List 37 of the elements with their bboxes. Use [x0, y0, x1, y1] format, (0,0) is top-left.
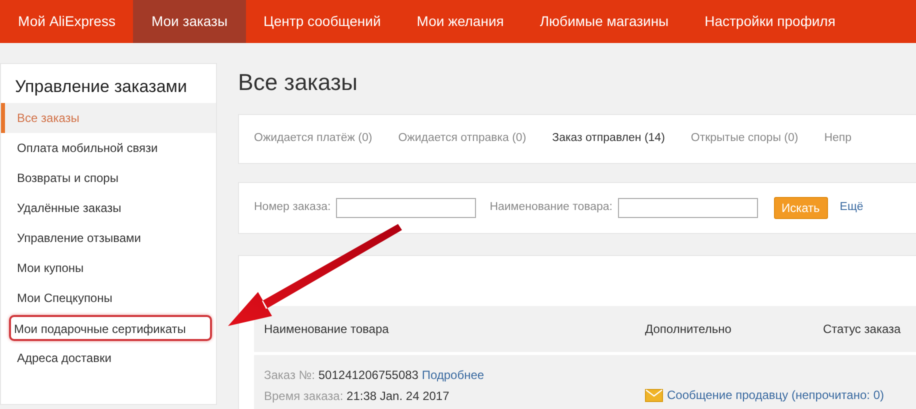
- sidebar-item[interactable]: Мои Спецкупоны: [1, 283, 216, 313]
- sidebar-item[interactable]: Удалённые заказы: [1, 193, 216, 223]
- nav-tab[interactable]: Мои желания: [398, 0, 522, 43]
- sidebar-item[interactable]: Все заказы: [1, 103, 216, 133]
- order-number-field[interactable]: [336, 198, 476, 218]
- column-header: Статус заказа: [823, 321, 902, 338]
- field-label: Наименование товара:: [490, 200, 612, 216]
- nav-tab[interactable]: Мои заказы: [133, 0, 246, 43]
- status-tab[interactable]: Открытые споры (0): [690, 130, 798, 148]
- envelope-icon: [645, 388, 663, 402]
- order-time: 21:38 Jan. 24 2017: [346, 389, 450, 403]
- sidebar-title: Управление заказами: [14, 78, 188, 98]
- sidebar-item[interactable]: Оплата мобильной связи: [1, 133, 216, 163]
- column-header: Дополнительно: [645, 321, 732, 338]
- status-tab[interactable]: Непр: [824, 130, 852, 148]
- message-seller-link[interactable]: Сообщение продавцу (непрочитано: 0): [667, 386, 884, 404]
- sidebar-item[interactable]: Мои купоны: [1, 253, 216, 283]
- nav-tab[interactable]: Любимые магазины: [522, 0, 687, 43]
- column-header: Наименование товара: [264, 321, 390, 338]
- sidebar-item[interactable]: Адреса доставки: [1, 343, 216, 373]
- status-tab[interactable]: Ожидается отправка (0): [398, 130, 526, 148]
- nav-tab[interactable]: Центр сообщений: [246, 0, 399, 43]
- time-label: Время заказа:: [264, 389, 344, 403]
- status-tab[interactable]: Заказ отправлен (14): [552, 130, 665, 148]
- order-label: Заказ №:: [264, 368, 316, 382]
- order-number: 501241206755083: [318, 368, 418, 382]
- details-link[interactable]: Подробнее: [422, 368, 484, 382]
- more-link[interactable]: Ещё: [840, 199, 864, 217]
- nav-tab[interactable]: Настройки профиля: [686, 0, 854, 43]
- page-title: Все заказы: [238, 68, 359, 97]
- sidebar-item[interactable]: Возвраты и споры: [1, 163, 216, 193]
- status-tab[interactable]: Ожидается платёж (0): [254, 130, 372, 148]
- nav-tab[interactable]: Мой AliExpress: [0, 0, 134, 43]
- product-name-field[interactable]: [618, 198, 758, 218]
- sidebar-item[interactable]: Управление отзывами: [1, 223, 216, 253]
- sidebar-item[interactable]: Мои подарочные сертификаты: [9, 315, 212, 341]
- field-label: Номер заказа:: [254, 200, 331, 216]
